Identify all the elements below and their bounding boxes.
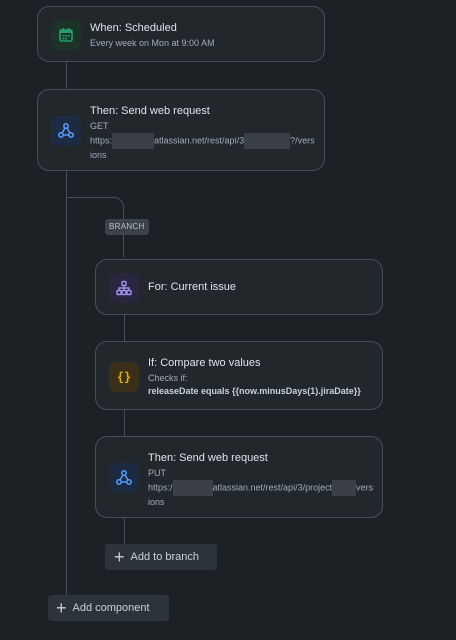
add-component-button[interactable]: + Add component xyxy=(48,595,169,621)
add-to-branch-label: Add to branch xyxy=(130,551,200,563)
add-component-label: Add component xyxy=(72,602,150,614)
request-url: https: atlassian.net/rest/api/3 ?/vers xyxy=(90,133,318,149)
http-method: PUT xyxy=(148,468,166,478)
redacted-block xyxy=(172,480,213,496)
http-method: GET xyxy=(90,121,109,131)
checks-label: Checks if: xyxy=(148,373,188,383)
hierarchy-icon xyxy=(109,273,139,303)
url-segment: vers xyxy=(356,482,374,493)
branch-web-request-details: PUT https:/ atlassian.net/rest/api/3/proj… xyxy=(148,467,376,509)
connector-line xyxy=(124,409,125,437)
redacted-block xyxy=(244,133,291,149)
url-segment: https: xyxy=(90,135,113,146)
trigger-title: When: Scheduled xyxy=(90,22,177,34)
web-request-title: Then: Send web request xyxy=(90,105,210,117)
redacted-block xyxy=(332,480,357,496)
redacted-block xyxy=(112,133,155,149)
condition-title: If: Compare two values xyxy=(148,357,261,369)
calendar-icon xyxy=(51,20,81,50)
trigger-card[interactable]: When: Scheduled Every week on Mon at 9:0… xyxy=(37,6,325,62)
braces-icon: {} xyxy=(109,362,139,392)
plus-icon: + xyxy=(114,547,125,567)
trigger-detail: Every week on Mon at 9:00 AM xyxy=(90,38,215,48)
webhook-icon xyxy=(51,116,81,146)
url-segment: atlassian.net/rest/api/3/project xyxy=(212,482,333,493)
url-segment: ?/vers xyxy=(290,135,315,146)
branch-tag: BRANCH xyxy=(105,219,149,235)
branch-web-request-card[interactable]: Then: Send web request PUT https:/ atlass… xyxy=(95,436,383,518)
url-continuation: ions xyxy=(148,497,165,507)
url-segment: https:/ xyxy=(148,482,173,493)
web-request-card[interactable]: Then: Send web request GET https: atlassi… xyxy=(37,89,325,171)
condition-card[interactable]: {} If: Compare two values Checks if: rel… xyxy=(95,341,383,410)
request-url: https:/ atlassian.net/rest/api/3/project v… xyxy=(148,480,376,496)
url-continuation: ions xyxy=(90,150,107,160)
condition-expression: releaseDate equals {{now.minusDays(1).ji… xyxy=(148,386,361,396)
web-request-details: GET https: atlassian.net/rest/api/3 ?/vers… xyxy=(90,120,318,162)
connector-line xyxy=(124,517,125,545)
url-segment: atlassian.net/rest/api/3 xyxy=(154,135,245,146)
for-branch-title: For: Current issue xyxy=(148,281,237,293)
connector-line xyxy=(66,61,67,90)
add-to-branch-button[interactable]: + Add to branch xyxy=(105,544,217,570)
condition-details: Checks if: releaseDate equals {{now.minu… xyxy=(148,372,378,398)
connector-line xyxy=(124,314,125,342)
webhook-icon xyxy=(109,463,139,493)
for-branch-card[interactable]: For: Current issue xyxy=(95,259,383,315)
branch-web-request-title: Then: Send web request xyxy=(148,452,268,464)
plus-icon: + xyxy=(56,598,67,618)
